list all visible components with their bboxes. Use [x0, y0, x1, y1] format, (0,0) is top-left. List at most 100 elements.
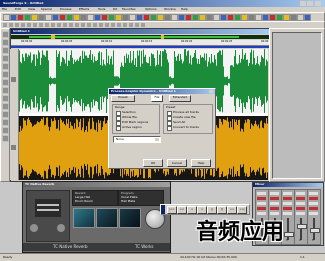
tool-icon[interactable] [2, 63, 9, 70]
toolbar-icon[interactable] [135, 23, 139, 27]
toolbar-icon[interactable] [80, 14, 87, 21]
toolbar-icon[interactable] [63, 23, 67, 27]
toolbar-icon[interactable] [178, 14, 185, 21]
toolbar-icon[interactable] [51, 23, 55, 27]
preset-dropdown[interactable]: None [113, 136, 161, 143]
mixer-button[interactable] [270, 197, 279, 200]
toolbar-icon[interactable] [45, 14, 52, 21]
mixer-button[interactable] [257, 192, 266, 195]
menu-item-window[interactable]: Window [164, 8, 176, 11]
mixer-button[interactable] [309, 202, 318, 205]
menu-item-favorites[interactable]: Favorites [122, 8, 136, 11]
toolbar-icon[interactable] [297, 14, 304, 21]
output-knob[interactable] [57, 224, 65, 232]
toolbar-icon[interactable] [99, 23, 103, 27]
tool-icon[interactable] [2, 47, 9, 54]
input-knob[interactable] [30, 224, 38, 232]
mixer-button[interactable] [283, 212, 292, 215]
tool-icon[interactable] [2, 135, 9, 142]
toolbar-icon[interactable] [111, 23, 115, 27]
toolbar-icon[interactable] [262, 14, 269, 21]
toolbar-icon[interactable] [21, 23, 25, 27]
mixer-button[interactable] [296, 202, 305, 205]
transport-button[interactable]: || [207, 206, 217, 214]
menu-item-help[interactable]: Help [181, 8, 188, 11]
toolbar-icon[interactable] [304, 14, 311, 21]
toolbar-icon[interactable] [157, 14, 164, 21]
mixer-button[interactable] [257, 202, 266, 205]
mixer-button[interactable] [283, 197, 292, 200]
tab-extended[interactable]: Extended [169, 95, 191, 102]
toolbar-icon[interactable] [213, 14, 220, 21]
mixer-button[interactable] [296, 207, 305, 210]
toolbar-icon[interactable] [33, 23, 37, 27]
mixer-button[interactable] [283, 207, 292, 210]
toolbar-icon[interactable] [105, 23, 109, 27]
tool-icon[interactable] [2, 55, 9, 62]
mixer-button[interactable] [270, 212, 279, 215]
toolbar-icon[interactable] [269, 14, 276, 21]
toolbar-icon[interactable] [234, 14, 241, 21]
toolbar-icon[interactable] [220, 14, 227, 21]
toolbar-icon[interactable] [290, 14, 297, 21]
toolbar-icon[interactable] [136, 14, 143, 21]
close-button[interactable] [315, 1, 321, 6]
fader-handle[interactable] [297, 224, 307, 229]
menu-item-edit[interactable]: Edit [15, 8, 21, 11]
tool-icon[interactable] [2, 103, 9, 110]
tool-icon[interactable] [2, 71, 9, 78]
mixer-button[interactable] [309, 192, 318, 195]
toolbar-icon[interactable] [3, 23, 7, 27]
toolbar-icon[interactable] [206, 14, 213, 21]
tool-icon[interactable] [2, 119, 9, 126]
minimize-button[interactable] [300, 1, 306, 6]
transport-button[interactable]: [] [217, 206, 227, 214]
mixer-button[interactable] [296, 212, 305, 215]
toolbar-icon[interactable] [283, 14, 290, 21]
checkbox[interactable] [167, 126, 172, 131]
toolbar-icon[interactable] [17, 14, 24, 21]
transport-button[interactable]: >>| [237, 206, 247, 214]
mixer-button[interactable] [296, 192, 305, 195]
toolbar-icon[interactable] [3, 14, 10, 21]
toolbar-icon[interactable] [81, 23, 85, 27]
mixer-button[interactable] [309, 207, 318, 210]
tool-icon[interactable] [2, 31, 9, 38]
tool-icon[interactable] [2, 95, 9, 102]
ok-button[interactable]: OK [143, 159, 163, 167]
tool-icon[interactable] [2, 111, 9, 118]
room-thumbnail-2[interactable] [96, 208, 118, 228]
mixer-button[interactable] [309, 197, 318, 200]
toolbar-icon[interactable] [199, 14, 206, 21]
transport-button[interactable]: |<< [167, 206, 177, 214]
tool-icon[interactable] [2, 127, 9, 134]
toolbar-icon[interactable] [9, 23, 13, 27]
toolbar-icon[interactable] [24, 14, 31, 21]
toolbar-icon[interactable] [108, 14, 115, 21]
toolbar-icon[interactable] [93, 23, 97, 27]
mixer-button[interactable] [283, 202, 292, 205]
transport-button[interactable]: < [187, 206, 197, 214]
toolbar-icon[interactable] [73, 14, 80, 21]
menu-item-special[interactable]: Special [41, 8, 52, 11]
room-thumbnail-3[interactable] [119, 208, 141, 228]
mixer-button[interactable] [296, 197, 305, 200]
toolbar-icon[interactable] [31, 14, 38, 21]
transport-button[interactable]: > [197, 206, 207, 214]
mixer-button[interactable] [257, 207, 266, 210]
toolbar-icon[interactable] [66, 14, 73, 21]
menu-item-view[interactable]: View [28, 8, 35, 11]
toolbar-icon[interactable] [87, 23, 91, 27]
mixer-button[interactable] [270, 202, 279, 205]
fader-handle[interactable] [284, 232, 294, 237]
room-thumbnail-1[interactable] [73, 208, 95, 228]
toolbar-icon[interactable] [38, 14, 45, 21]
transport-button[interactable]: << [177, 206, 187, 214]
toolbar-icon[interactable] [129, 14, 136, 21]
menu-item-tools[interactable]: Tools [98, 8, 105, 11]
tool-icon[interactable] [2, 79, 9, 86]
checkbox[interactable] [116, 126, 121, 131]
toolbar-icon[interactable] [185, 14, 192, 21]
toolbar-icon[interactable] [255, 14, 262, 21]
tool-icon[interactable] [2, 39, 9, 46]
